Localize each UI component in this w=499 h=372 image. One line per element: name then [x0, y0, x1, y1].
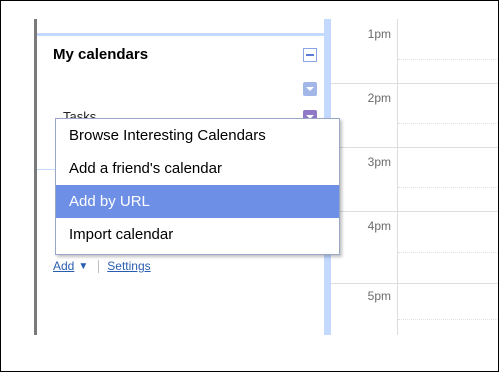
time-label-2pm: 2pm: [367, 91, 391, 105]
add-calendar-label: Add: [53, 259, 75, 273]
calendar-item[interactable]: [37, 79, 324, 99]
settings-link[interactable]: Settings: [107, 259, 150, 273]
my-calendars-heading: My calendars: [53, 46, 149, 63]
link-separator: [98, 259, 100, 273]
time-label-5pm: 5pm: [367, 289, 391, 303]
collapse-my-calendars-button[interactable]: [303, 48, 317, 62]
time-label-4pm: 4pm: [367, 219, 391, 233]
menu-item-add-by-url[interactable]: Add by URL: [56, 185, 339, 218]
half-hour-gridline: [398, 123, 498, 124]
time-label-3pm: 3pm: [367, 155, 391, 169]
hour-gridline: [331, 83, 498, 84]
add-calendar-link[interactable]: Add: [53, 259, 74, 273]
half-hour-gridline: [398, 187, 498, 188]
other-calendars-border: [37, 169, 57, 170]
sidebar-left-border: [34, 19, 37, 335]
half-hour-gridline: [398, 252, 498, 253]
calendar-footer-links: Add ▼ Settings: [53, 259, 151, 273]
menu-item-add-friends-calendar[interactable]: Add a friend's calendar: [56, 152, 339, 185]
time-gutter-border: [397, 19, 398, 335]
calendar-screenshot: My calendars Tasks Add ▼ Settings 1pm 2p…: [0, 0, 499, 372]
half-hour-gridline: [398, 319, 498, 320]
minus-icon: [306, 54, 314, 56]
menu-item-browse-interesting-calendars[interactable]: Browse Interesting Calendars: [56, 119, 339, 152]
time-gutter: 1pm 2pm 3pm 4pm 5pm: [331, 19, 397, 335]
hour-gridline: [331, 211, 498, 212]
half-hour-gridline: [398, 59, 498, 60]
hour-gridline: [331, 283, 498, 284]
menu-item-import-calendar[interactable]: Import calendar: [56, 218, 339, 251]
add-calendar-menu: Browse Interesting Calendars Add a frien…: [55, 118, 340, 255]
my-calendars-top-border: [37, 33, 324, 36]
triangle-down-icon[interactable]: ▼: [78, 261, 88, 272]
calendar-options-dropdown-icon[interactable]: [303, 82, 317, 96]
hour-gridline: [331, 147, 498, 148]
time-label-1pm: 1pm: [367, 27, 391, 41]
